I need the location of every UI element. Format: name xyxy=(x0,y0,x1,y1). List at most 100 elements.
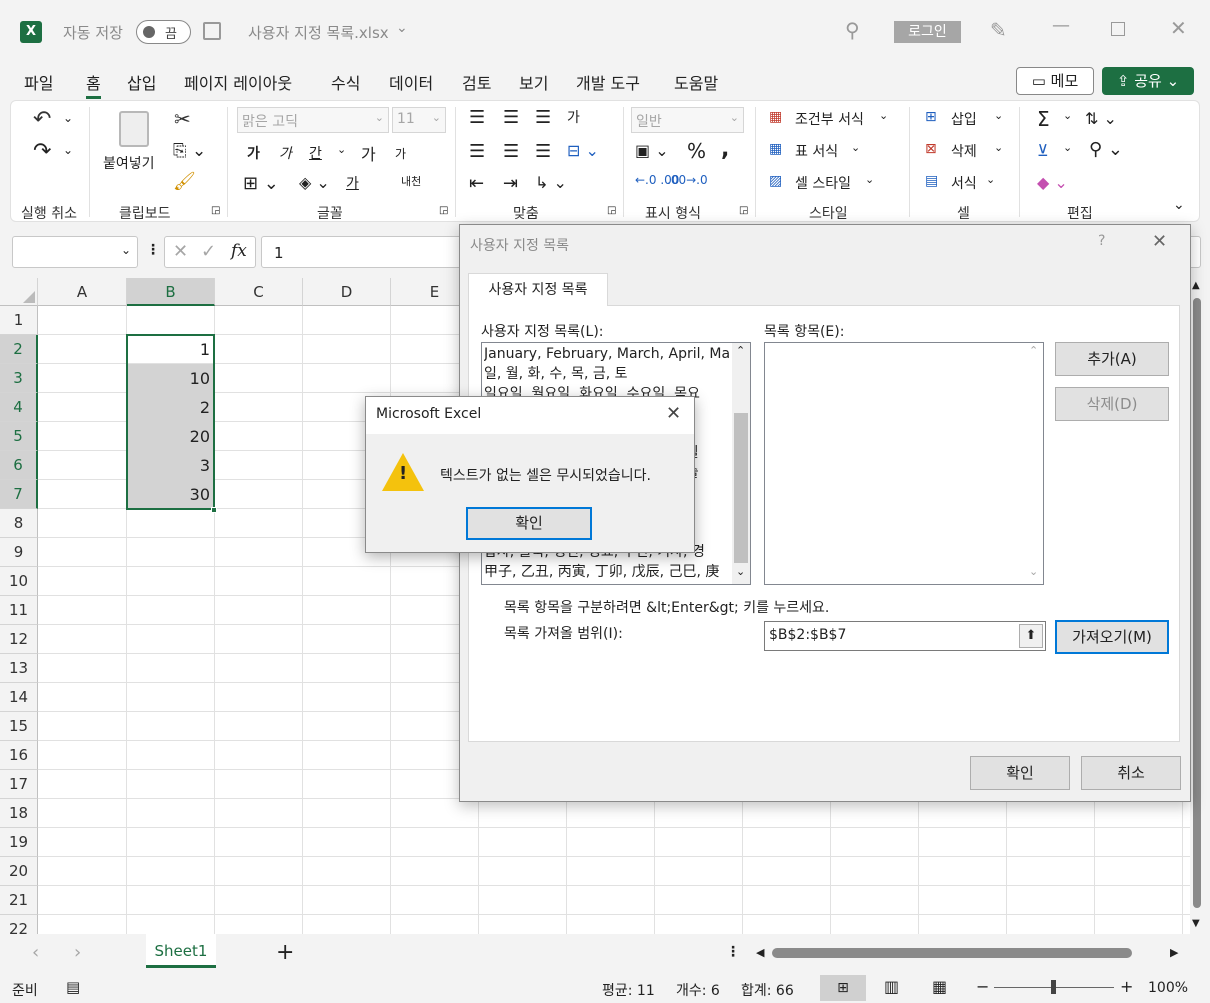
insert-cells-icon[interactable]: ⊞ xyxy=(925,109,937,125)
cell-b2[interactable]: 1 xyxy=(127,335,214,364)
ribbon-collapse-icon[interactable]: ⌄ xyxy=(1173,197,1185,213)
conditional-format-icon[interactable]: ▦ xyxy=(769,109,782,125)
tab-review[interactable]: 검토 xyxy=(462,70,491,94)
help-icon[interactable]: ? xyxy=(1098,233,1105,249)
col-header-d[interactable]: D xyxy=(303,278,391,306)
tab-page-layout[interactable]: 페이지 레이아웃 xyxy=(184,70,292,94)
tab-file[interactable]: 파일 xyxy=(24,70,53,94)
sheet-options-icon[interactable]: ⋮ xyxy=(726,944,740,960)
dialog-ok-button[interactable]: 확인 xyxy=(970,756,1070,790)
clipboard-launcher-icon[interactable]: ◲ xyxy=(211,205,220,216)
insert-cells-button[interactable]: 삽입 xyxy=(951,109,977,129)
sheet-tab-sheet1[interactable]: Sheet1 xyxy=(146,934,216,968)
paste-label[interactable]: 붙여넣기 xyxy=(103,153,155,173)
row-header-20[interactable]: 20 xyxy=(0,857,38,886)
decrease-decimal-icon[interactable]: .00→.0 xyxy=(667,173,708,187)
row-header-14[interactable]: 14 xyxy=(0,683,38,712)
merge-icon[interactable]: ⊟ ⌄ xyxy=(567,141,599,160)
zoom-slider-thumb[interactable] xyxy=(1051,980,1056,994)
row-header-3[interactable]: 3 xyxy=(0,364,38,393)
row-header-22[interactable]: 22 xyxy=(0,915,38,934)
scroll-left-icon[interactable]: ◀ xyxy=(756,946,764,959)
page-layout-view-icon[interactable]: ▥ xyxy=(884,977,899,996)
add-sheet-icon[interactable]: + xyxy=(276,940,294,965)
zoom-slider[interactable] xyxy=(994,980,1114,994)
page-break-view-icon[interactable]: ▦ xyxy=(932,977,947,996)
align-launcher-icon[interactable]: ◲ xyxy=(607,205,616,216)
zoom-in-icon[interactable]: + xyxy=(1120,977,1133,996)
percent-icon[interactable]: % xyxy=(687,139,706,163)
row-header-16[interactable]: 16 xyxy=(0,741,38,770)
cell-b7[interactable]: 30 xyxy=(127,480,214,509)
format-cells-icon[interactable]: ▤ xyxy=(925,173,938,189)
currency-icon[interactable]: ▣ ⌄ xyxy=(635,141,669,160)
normal-view-icon[interactable]: ⊞ xyxy=(820,975,866,1001)
paste-icon[interactable] xyxy=(119,111,149,147)
tab-data[interactable]: 데이터 xyxy=(389,70,433,94)
row-header-15[interactable]: 15 xyxy=(0,712,38,741)
cut-icon[interactable]: ✂ xyxy=(174,107,191,131)
table-format-icon[interactable]: ▦ xyxy=(769,141,782,157)
undo-icon[interactable]: ↶ xyxy=(33,107,51,132)
cell-b6[interactable]: 3 xyxy=(127,451,214,480)
conditional-format-button[interactable]: 조건부 서식 xyxy=(795,109,864,129)
vertical-scroll-thumb[interactable] xyxy=(1193,298,1201,908)
row-header-11[interactable]: 11 xyxy=(0,596,38,625)
import-range-input[interactable]: $B$2:$B$7 ⬆ xyxy=(764,621,1046,651)
dialog-cancel-button[interactable]: 취소 xyxy=(1081,756,1181,790)
cell-b5[interactable]: 20 xyxy=(127,422,214,451)
row-header-6[interactable]: 6 xyxy=(0,451,38,480)
autosave-toggle[interactable]: 끔 xyxy=(136,20,191,44)
add-button[interactable]: 추가(A) xyxy=(1055,342,1169,376)
copy-icon[interactable]: ⎘ ⌄ xyxy=(173,141,206,161)
cell-style-icon[interactable]: ▨ xyxy=(769,173,782,189)
save-icon[interactable] xyxy=(203,22,221,40)
share-button[interactable]: ⇪ 공유 ⌄ xyxy=(1102,67,1194,95)
tab-home[interactable]: 홈 xyxy=(86,70,101,99)
row-header-19[interactable]: 19 xyxy=(0,828,38,857)
row-header-4[interactable]: 4 xyxy=(0,393,38,422)
cancel-icon[interactable]: ✕ xyxy=(173,241,188,262)
tab-view[interactable]: 보기 xyxy=(519,70,548,94)
table-format-button[interactable]: 표 서식 xyxy=(795,141,838,161)
row-header-8[interactable]: 8 xyxy=(0,509,38,538)
number-launcher-icon[interactable]: ◲ xyxy=(739,205,748,216)
row-header-18[interactable]: 18 xyxy=(0,799,38,828)
import-button[interactable]: 가져오기(M) xyxy=(1055,620,1169,654)
zoom-out-icon[interactable]: − xyxy=(976,977,989,996)
row-header-10[interactable]: 10 xyxy=(0,567,38,596)
memo-button[interactable]: ▭ 메모 xyxy=(1016,67,1094,95)
lists-scrollbar[interactable]: ⌃ ⌄ xyxy=(732,343,750,584)
vertical-scrollbar[interactable]: ▲ ▼ xyxy=(1190,278,1204,934)
select-all-corner[interactable] xyxy=(0,278,38,306)
row-header-12[interactable]: 12 xyxy=(0,625,38,654)
tab-help[interactable]: 도움말 xyxy=(674,70,718,94)
row-header-13[interactable]: 13 xyxy=(0,654,38,683)
formula-options-icon[interactable]: ⋮ xyxy=(146,242,160,258)
maximize-icon[interactable] xyxy=(1111,22,1125,36)
fill-icon[interactable]: ⊻ xyxy=(1037,141,1049,160)
cell-style-button[interactable]: 셀 스타일 xyxy=(795,173,851,193)
tab-insert[interactable]: 삽입 xyxy=(127,70,156,94)
comma-icon[interactable]: , xyxy=(721,137,729,162)
zoom-level[interactable]: 100% xyxy=(1148,980,1188,996)
login-button[interactable]: 로그인 xyxy=(894,21,961,43)
custom-list-item[interactable]: January, February, March, April, May xyxy=(484,345,729,365)
minimize-icon[interactable]: — xyxy=(1052,15,1070,36)
msgbox-ok-button[interactable]: 확인 xyxy=(466,507,592,540)
format-cells-button[interactable]: 서식 xyxy=(951,173,977,193)
close-icon[interactable]: ✕ xyxy=(1170,16,1187,40)
dialog-close-icon[interactable]: ✕ xyxy=(1152,231,1167,252)
delete-cells-button[interactable]: 삭제 xyxy=(951,141,977,161)
tab-developer[interactable]: 개발 도구 xyxy=(576,70,640,94)
cell-b4[interactable]: 2 xyxy=(127,393,214,422)
row-header-21[interactable]: 21 xyxy=(0,886,38,915)
row-header-7[interactable]: 7 xyxy=(0,480,38,509)
accessibility-icon[interactable]: ▤ xyxy=(66,978,80,996)
collapse-dialog-icon[interactable]: ⬆ xyxy=(1019,624,1043,648)
row-header-9[interactable]: 9 xyxy=(0,538,38,567)
col-header-b[interactable]: B xyxy=(127,278,215,306)
msgbox-close-icon[interactable]: ✕ xyxy=(666,403,681,424)
find-icon[interactable]: ⚲ ⌄ xyxy=(1089,139,1123,160)
row-header-17[interactable]: 17 xyxy=(0,770,38,799)
